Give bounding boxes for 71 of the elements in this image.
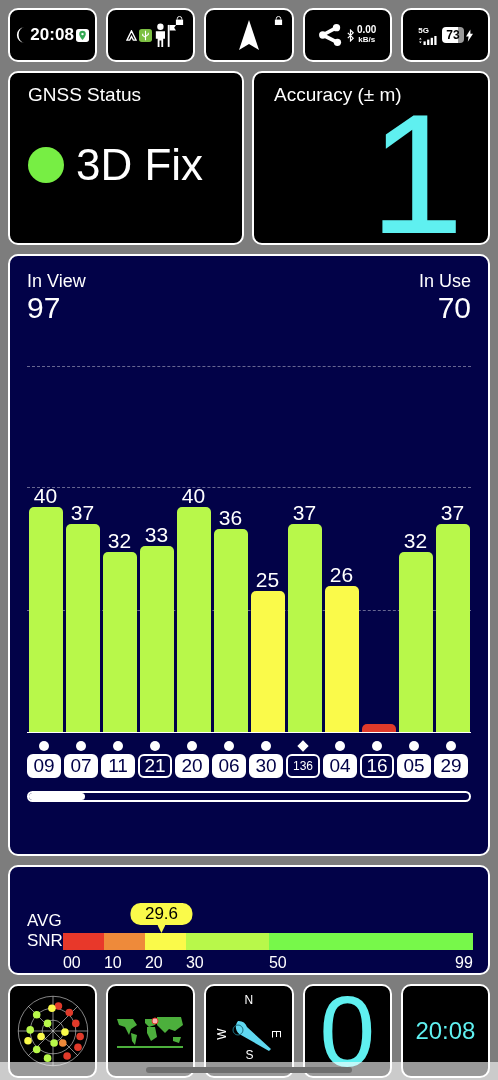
scale-tick: 50	[268, 953, 287, 973]
navigation-arrow-icon	[239, 20, 259, 50]
sky-plot-tile[interactable]	[8, 984, 98, 1078]
card-title: GNSS Status	[28, 83, 142, 107]
map-pin-icon	[75, 28, 89, 42]
satellite-count: 0	[319, 989, 375, 1073]
battery-level: 73	[442, 27, 464, 43]
signal-icon	[418, 35, 439, 45]
in-use-label: In Use	[418, 270, 471, 292]
snr-value: 36	[218, 507, 243, 530]
triangle-icon	[125, 29, 137, 41]
scale-tick: 99	[455, 953, 473, 973]
compass-south: S	[245, 1049, 254, 1061]
lock-icon	[273, 16, 283, 25]
satellite-id[interactable]: 04	[323, 754, 357, 778]
satellite-id[interactable]: 21	[138, 754, 172, 778]
avg-label: AVG	[27, 911, 63, 931]
snr-label: SNR	[27, 931, 63, 951]
satellite-id[interactable]: 11	[101, 754, 135, 778]
satellite-id[interactable]: 07	[64, 754, 98, 778]
snr-value: 33	[144, 524, 169, 547]
person-flag-icon	[153, 22, 176, 48]
snr-value: 37	[70, 501, 95, 524]
satellite-id[interactable]: 136	[286, 754, 320, 778]
share-icon	[317, 24, 344, 46]
fix-status: 3D Fix	[76, 139, 204, 190]
compass-east: E	[267, 1030, 284, 1038]
bluetooth-icon	[345, 28, 355, 42]
clock-time: 20:08	[415, 1016, 476, 1046]
snr-value: 25	[255, 569, 280, 592]
status-tile[interactable]: 5G 73	[400, 8, 490, 62]
snr-value: 32	[403, 529, 428, 552]
scale-tick: 20	[144, 953, 163, 973]
card-title: Accuracy (± m)	[274, 83, 403, 107]
satellite-id[interactable]: 29	[434, 754, 468, 778]
navigation-tile[interactable]	[204, 8, 294, 62]
status-time: 20:08	[30, 24, 74, 47]
snr-value: 37	[292, 501, 317, 524]
compass-tile[interactable]: N E S W	[204, 984, 294, 1078]
clock-tile[interactable]: 20:08	[400, 984, 490, 1078]
snr-value: 37	[440, 501, 465, 524]
in-view-count: 97	[27, 292, 62, 324]
satellite-id[interactable]: 16	[360, 754, 394, 778]
network-type: 5G	[418, 25, 430, 36]
snr-value: 40	[181, 484, 206, 507]
satellite-id[interactable]: 20	[175, 754, 209, 778]
in-view-label: In View	[27, 270, 86, 292]
satellite-id[interactable]: 06	[212, 754, 246, 778]
satellite-id[interactable]: 09	[27, 754, 61, 778]
usb-icon	[138, 28, 152, 42]
scale-tick: 10	[103, 953, 122, 973]
network-speed: 0.00	[356, 25, 377, 35]
status-tile[interactable]: 20:08	[8, 8, 98, 62]
average-tooltip: 29.6	[130, 903, 193, 925]
scale-tick: 00	[62, 953, 81, 973]
scale-tick: 30	[185, 953, 204, 973]
satellite-id[interactable]: 05	[397, 754, 431, 778]
accuracy-value: 1	[369, 109, 464, 238]
snr-value: 40	[33, 484, 58, 507]
compass-west: W	[214, 1028, 231, 1040]
network-unit: kB/s	[358, 35, 376, 45]
satellite-count-tile[interactable]: 0	[302, 984, 392, 1078]
snr-value: 26	[329, 563, 354, 586]
lock-icon	[175, 16, 185, 25]
in-use-count: 70	[437, 292, 471, 324]
world-map-tile[interactable]	[106, 984, 196, 1078]
snr-value: 32	[107, 529, 132, 552]
status-tile[interactable]	[106, 8, 196, 62]
status-tile[interactable]: 0.00 kB/s	[302, 8, 392, 62]
satellite-id[interactable]: 30	[249, 754, 283, 778]
compass-north: N	[244, 992, 254, 1009]
